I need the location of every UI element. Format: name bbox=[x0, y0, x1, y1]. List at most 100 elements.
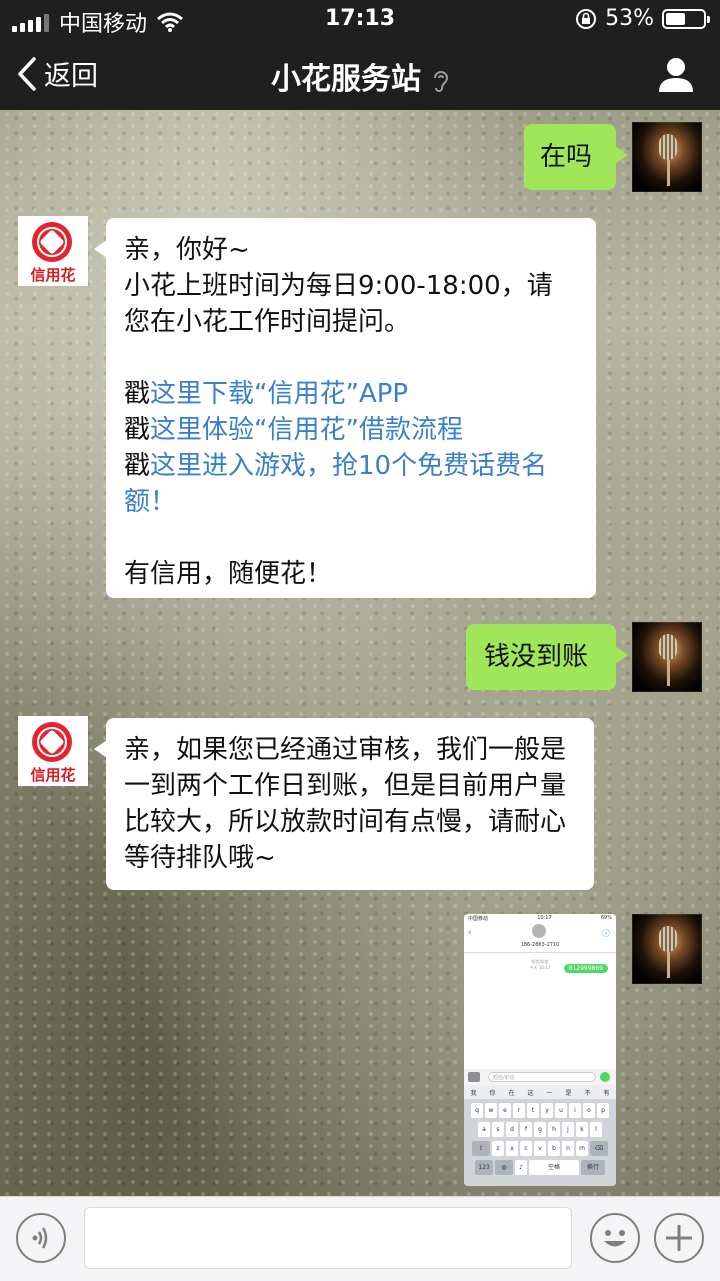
image-message-screenshot[interactable]: 中国移动 10:17 69% ‹ 186-2863-2710 ⓘ 短信/彩信 今… bbox=[464, 914, 616, 1186]
shot-key: v bbox=[534, 1141, 546, 1156]
shot-key: s bbox=[492, 1122, 504, 1137]
shot-key-row2: asdfghjkl bbox=[464, 1122, 616, 1137]
shot-time: 10:17 bbox=[537, 915, 552, 921]
shot-info-icon: ⓘ bbox=[602, 929, 610, 938]
shot-key-mic: ♪ bbox=[515, 1160, 527, 1175]
logo-text: 信用花 bbox=[30, 766, 76, 784]
page-title-text: 小花服务站 bbox=[271, 62, 421, 97]
shot-key-row3: ⇧ z x c v b n m ⌫ bbox=[464, 1141, 616, 1156]
message-input[interactable] bbox=[84, 1207, 572, 1269]
shot-key: l bbox=[590, 1122, 602, 1137]
link-prefix: 戳 bbox=[124, 379, 151, 409]
shot-back-icon: ‹ bbox=[468, 928, 472, 938]
shot-key: x bbox=[506, 1141, 518, 1156]
shot-key: z bbox=[492, 1141, 504, 1156]
shot-key-123: 123 bbox=[475, 1160, 493, 1175]
voice-button[interactable] bbox=[16, 1213, 66, 1263]
message-bubble-received[interactable]: 亲，如果您已经通过审核，我们一般是一到两个工作日到账，但是目前用户量比较大，所以… bbox=[94, 718, 594, 890]
shot-key: r bbox=[513, 1103, 525, 1118]
shot-key: k bbox=[576, 1122, 588, 1137]
shot-carrier: 中国移动 bbox=[468, 915, 489, 922]
shot-candidate: 这 bbox=[527, 1089, 534, 1097]
battery-icon bbox=[662, 8, 710, 29]
ear-icon bbox=[434, 70, 449, 92]
shot-key: n bbox=[562, 1141, 574, 1156]
shot-key: o bbox=[583, 1103, 595, 1118]
download-app-link[interactable]: 这里下载“信用花”APP bbox=[150, 379, 408, 409]
shot-key: c bbox=[520, 1141, 532, 1156]
shot-key: f bbox=[520, 1122, 532, 1137]
shot-send-icon bbox=[600, 1072, 610, 1082]
shot-key-space: 空格 bbox=[529, 1160, 579, 1175]
message-text: 小花上班时间为每日9:00-18:00，请您在小花工作时间提问。 bbox=[124, 271, 553, 337]
shot-candidates: 我你在这一是不有 bbox=[464, 1085, 616, 1099]
shot-candidate: 不 bbox=[584, 1089, 591, 1097]
message-text: 有信用，随便花！ bbox=[124, 559, 333, 589]
message-bubble-sent[interactable]: 钱没到账 bbox=[466, 624, 628, 690]
more-button[interactable] bbox=[654, 1213, 704, 1263]
shot-key-return: 换行 bbox=[581, 1160, 605, 1175]
xinyonghua-logo bbox=[32, 722, 72, 762]
xinyonghua-logo bbox=[32, 222, 72, 262]
bot-avatar[interactable]: 信用花 bbox=[18, 716, 88, 786]
message-text: 在吗 bbox=[540, 142, 593, 172]
shot-status-bar: 中国移动 10:17 69% bbox=[464, 914, 616, 922]
lock-rotation-icon bbox=[576, 8, 597, 29]
shot-candidate: 一 bbox=[546, 1089, 553, 1097]
link-prefix: 戳 bbox=[124, 415, 151, 445]
shot-key: q bbox=[471, 1103, 483, 1118]
shot-key: b bbox=[548, 1141, 560, 1156]
shot-key: g bbox=[534, 1122, 546, 1137]
shot-key: p bbox=[597, 1103, 609, 1118]
shot-key: y bbox=[541, 1103, 553, 1118]
shot-camera-icon bbox=[468, 1072, 480, 1082]
shot-keyboard: 我你在这一是不有 qwertyuiop asdfghjkl ⇧ z x c v b n m ⌫ … bbox=[464, 1085, 616, 1186]
bot-avatar[interactable]: 信用花 bbox=[18, 216, 88, 286]
shot-candidate: 在 bbox=[508, 1089, 515, 1097]
shot-key: i bbox=[569, 1103, 581, 1118]
shot-key-row1: qwertyuiop bbox=[464, 1103, 616, 1118]
shot-key: h bbox=[548, 1122, 560, 1137]
shot-key: d bbox=[506, 1122, 518, 1137]
message-bubble-sent[interactable]: 在吗 bbox=[524, 124, 628, 190]
shot-input-field: 短信/彩信 bbox=[488, 1072, 596, 1082]
message-text: 钱没到账 bbox=[484, 642, 589, 672]
game-link[interactable]: 这里进入游戏，抢10个免费话费名额！ bbox=[124, 451, 547, 517]
shot-key-globe: ◍ bbox=[495, 1160, 513, 1175]
shot-candidate: 我 bbox=[470, 1089, 477, 1097]
shot-battery: 69% bbox=[600, 915, 612, 921]
nav-bar: 返回 小花服务站 bbox=[0, 40, 720, 110]
page-title: 小花服务站 bbox=[0, 54, 720, 98]
profile-icon[interactable] bbox=[656, 54, 696, 94]
shot-candidate: 是 bbox=[565, 1089, 572, 1097]
shot-header: ‹ 186-2863-2710 ⓘ bbox=[464, 922, 616, 953]
voice-icon bbox=[32, 1227, 48, 1249]
emoji-icon bbox=[604, 1230, 626, 1247]
shot-key: j bbox=[562, 1122, 574, 1137]
message-text: 亲，如果您已经通过审核，我们一般是一到两个工作日到账，但是目前用户量比较大，所以… bbox=[124, 735, 567, 873]
message-bubble-received[interactable]: 亲，你好~ 小花上班时间为每日9:00-18:00，请您在小花工作时间提问。 戳… bbox=[94, 218, 596, 598]
shot-key: m bbox=[576, 1141, 588, 1156]
loan-process-link[interactable]: 这里体验“信用花”借款流程 bbox=[150, 415, 463, 445]
shot-key: w bbox=[485, 1103, 497, 1118]
shot-key: a bbox=[478, 1122, 490, 1137]
shot-phone-number: 186-2863-2710 bbox=[520, 942, 560, 948]
shot-sms-bubble: 812999869 bbox=[563, 964, 608, 973]
link-prefix: 戳 bbox=[124, 451, 151, 481]
shot-key: e bbox=[499, 1103, 511, 1118]
shot-candidate: 有 bbox=[603, 1089, 610, 1097]
plus-icon bbox=[666, 1225, 692, 1251]
user-avatar[interactable] bbox=[632, 122, 702, 192]
logo-text: 信用花 bbox=[30, 266, 76, 284]
shot-key: t bbox=[527, 1103, 539, 1118]
message-text: 亲，你好~ bbox=[124, 235, 250, 265]
shot-input-row: 短信/彩信 bbox=[464, 1069, 616, 1085]
shot-candidate: 你 bbox=[489, 1089, 496, 1097]
status-bar: 中国移动 17:13 53% bbox=[0, 0, 720, 40]
user-avatar[interactable] bbox=[632, 622, 702, 692]
user-avatar[interactable] bbox=[632, 914, 702, 984]
shot-key-shift: ⇧ bbox=[472, 1141, 490, 1156]
chat-input-bar bbox=[0, 1196, 720, 1281]
emoji-button[interactable] bbox=[590, 1213, 640, 1263]
battery-percent: 53% bbox=[605, 6, 654, 31]
